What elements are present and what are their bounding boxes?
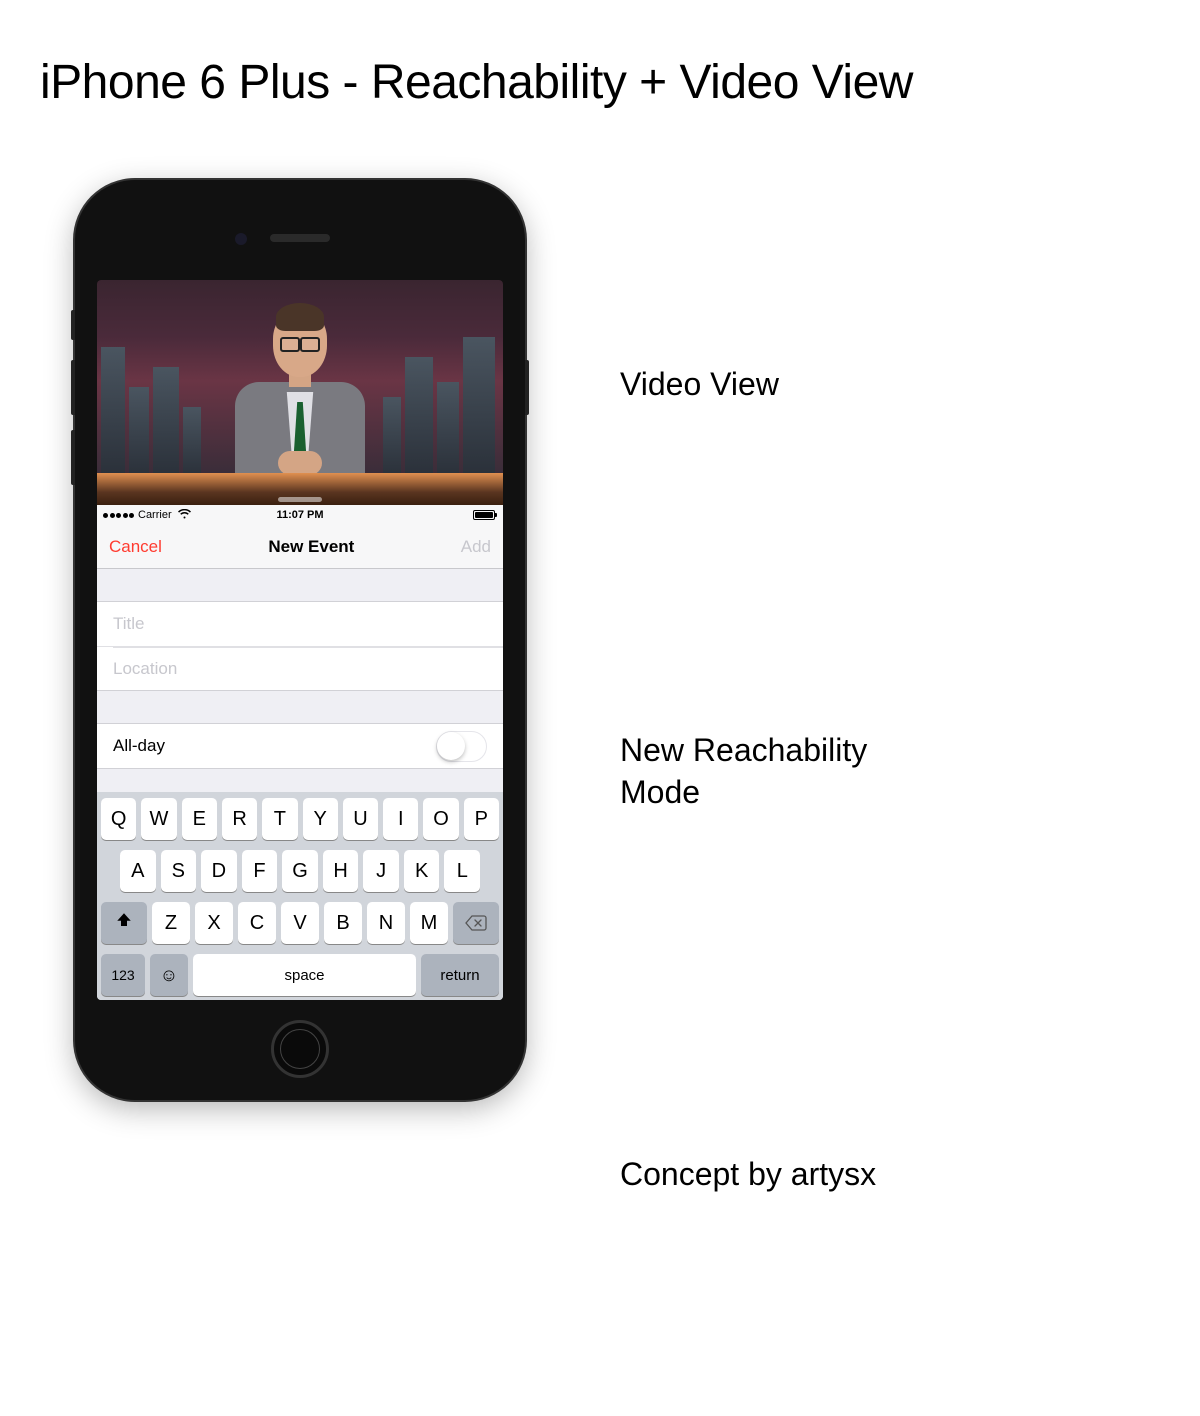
space-key[interactable]: space	[193, 954, 416, 996]
video-presenter	[225, 307, 375, 477]
key-u[interactable]: U	[343, 798, 378, 840]
nav-title: New Event	[268, 537, 354, 557]
calendar-new-event: Carrier 11:07 PM Cancel New Event Add Ti…	[97, 505, 503, 1000]
delete-key[interactable]	[453, 902, 499, 944]
key-g[interactable]: G	[282, 850, 318, 892]
numbers-key[interactable]: 123	[101, 954, 145, 996]
wifi-icon	[178, 509, 191, 522]
annotation-reachability: New Reachability Mode	[620, 730, 867, 813]
key-j[interactable]: J	[363, 850, 399, 892]
key-z[interactable]: Z	[152, 902, 190, 944]
key-d[interactable]: D	[201, 850, 237, 892]
form-section-time: All-day	[97, 723, 503, 769]
home-button[interactable]	[271, 1020, 329, 1078]
key-l[interactable]: L	[444, 850, 480, 892]
key-t[interactable]: T	[262, 798, 297, 840]
ios-keyboard: QWERTYUIOP ASDFGHJKL ZXCVBNM 123 ☺ space	[97, 792, 503, 1000]
volume-up-button	[71, 360, 75, 415]
key-o[interactable]: O	[423, 798, 458, 840]
drag-handle[interactable]	[278, 497, 322, 502]
video-view[interactable]	[97, 280, 503, 505]
location-placeholder: Location	[113, 659, 177, 679]
return-key[interactable]: return	[421, 954, 499, 996]
battery-icon	[473, 510, 495, 520]
key-i[interactable]: I	[383, 798, 418, 840]
status-time: 11:07 PM	[276, 509, 323, 521]
delete-icon	[465, 915, 487, 931]
carrier-label: Carrier	[138, 509, 172, 521]
status-bar: Carrier 11:07 PM	[97, 505, 503, 525]
annotation-video: Video View	[620, 364, 779, 406]
title-placeholder: Title	[113, 614, 145, 634]
key-q[interactable]: Q	[101, 798, 136, 840]
emoji-key[interactable]: ☺	[150, 954, 188, 996]
key-h[interactable]: H	[323, 850, 359, 892]
signal-icon	[103, 513, 134, 518]
title-field[interactable]: Title	[97, 602, 503, 646]
form-section-basic: Title Location	[97, 601, 503, 691]
mute-switch	[71, 310, 75, 340]
key-y[interactable]: Y	[303, 798, 338, 840]
shift-key[interactable]	[101, 902, 147, 944]
key-p[interactable]: P	[464, 798, 499, 840]
allday-label: All-day	[113, 736, 436, 756]
key-f[interactable]: F	[242, 850, 278, 892]
key-n[interactable]: N	[367, 902, 405, 944]
cancel-button[interactable]: Cancel	[109, 537, 162, 557]
earpiece-speaker	[270, 234, 330, 242]
phone-frame: Carrier 11:07 PM Cancel New Event Add Ti…	[75, 180, 525, 1100]
key-r[interactable]: R	[222, 798, 257, 840]
key-v[interactable]: V	[281, 902, 319, 944]
key-s[interactable]: S	[161, 850, 197, 892]
key-x[interactable]: X	[195, 902, 233, 944]
emoji-icon: ☺	[160, 965, 178, 986]
key-c[interactable]: C	[238, 902, 276, 944]
location-field[interactable]: Location	[97, 646, 503, 690]
front-camera	[235, 233, 247, 245]
nav-bar: Cancel New Event Add	[97, 525, 503, 569]
allday-row: All-day	[97, 724, 503, 768]
key-m[interactable]: M	[410, 902, 448, 944]
phone-screen: Carrier 11:07 PM Cancel New Event Add Ti…	[97, 280, 503, 1000]
power-button	[525, 360, 529, 415]
allday-switch[interactable]	[436, 731, 487, 762]
key-w[interactable]: W	[141, 798, 176, 840]
page-title: iPhone 6 Plus - Reachability + Video Vie…	[40, 55, 1180, 110]
annotation-credit: Concept by artysx	[620, 1154, 876, 1196]
key-k[interactable]: K	[404, 850, 440, 892]
key-b[interactable]: B	[324, 902, 362, 944]
shift-icon	[115, 911, 133, 935]
add-button[interactable]: Add	[461, 537, 491, 557]
key-e[interactable]: E	[182, 798, 217, 840]
volume-down-button	[71, 430, 75, 485]
key-a[interactable]: A	[120, 850, 156, 892]
